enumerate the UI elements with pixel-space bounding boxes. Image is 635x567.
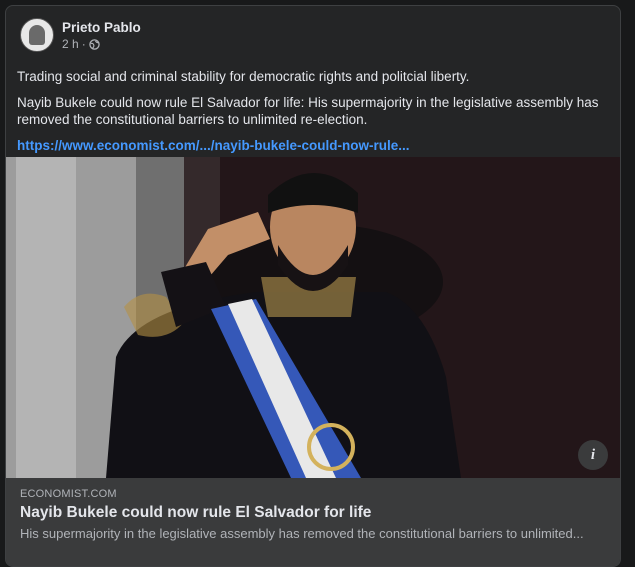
post-body: Trading social and criminal stability fo… xyxy=(17,68,607,154)
info-button[interactable]: i xyxy=(578,440,608,470)
preview-photo xyxy=(6,157,620,478)
avatar-figure xyxy=(29,25,45,45)
post-text-2: Nayib Bukele could now rule El Salvador … xyxy=(17,95,599,127)
link-preview-caption[interactable]: ECONOMIST.COM Nayib Bukele could now rul… xyxy=(6,478,620,566)
globe-icon xyxy=(88,38,100,50)
author-name[interactable]: Prieto Pablo xyxy=(62,19,141,36)
meta-separator: · xyxy=(81,37,86,51)
post-card: Prieto Pablo 2 h · Trading social and cr… xyxy=(5,5,621,567)
post-meta: 2 h · xyxy=(62,37,141,51)
preview-subtitle: His supermajority in the legislative ass… xyxy=(20,526,584,541)
preview-image[interactable]: i xyxy=(6,157,620,478)
avatar[interactable] xyxy=(20,18,54,52)
post-link[interactable]: https://www.economist.com/.../nayib-buke… xyxy=(17,137,607,154)
post-text-1: Trading social and criminal stability fo… xyxy=(17,69,470,84)
author-block: Prieto Pablo 2 h · xyxy=(62,19,141,51)
post-time[interactable]: 2 h xyxy=(62,37,79,51)
post-header: Prieto Pablo 2 h · xyxy=(20,18,141,52)
preview-title[interactable]: Nayib Bukele could now rule El Salvador … xyxy=(20,504,606,522)
preview-domain: ECONOMIST.COM xyxy=(20,488,117,500)
